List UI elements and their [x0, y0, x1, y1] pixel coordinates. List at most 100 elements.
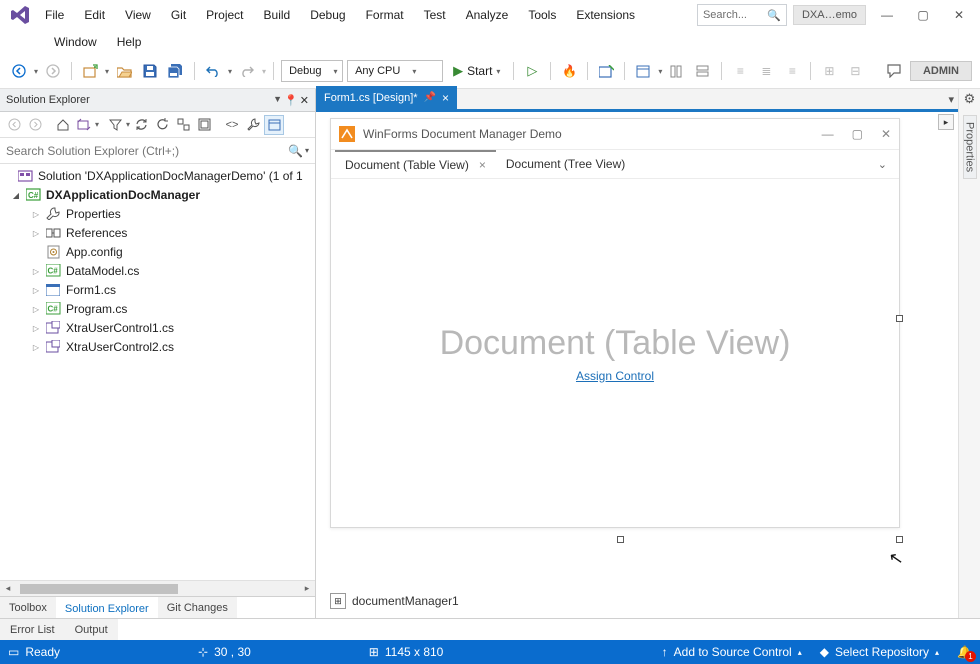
platform-combo[interactable]: Any CPU▾: [347, 60, 443, 82]
solution-tree[interactable]: Solution 'DXApplicationDocManagerDemo' (…: [0, 164, 315, 580]
save-all-button[interactable]: [165, 60, 187, 82]
form-max-icon[interactable]: ▢: [852, 127, 863, 141]
search-options-icon[interactable]: ▾: [305, 146, 309, 155]
component-tray[interactable]: ⊞ documentManager1: [330, 590, 459, 612]
se-collapse[interactable]: [173, 115, 193, 135]
select-repository[interactable]: ◆Select Repository▴: [820, 645, 939, 659]
align-5[interactable]: ⊟: [844, 60, 866, 82]
left-tab-toolbox[interactable]: Toolbox: [0, 597, 56, 618]
new-project-button[interactable]: [79, 60, 101, 82]
tb-misc-2[interactable]: [632, 60, 654, 82]
close-button[interactable]: ✕: [944, 3, 974, 27]
project-node[interactable]: C# DXApplicationDocManager: [0, 185, 315, 204]
left-tab-git-changes[interactable]: Git Changes: [158, 597, 237, 618]
align-4[interactable]: ⊞: [818, 60, 840, 82]
redo-button[interactable]: [236, 60, 258, 82]
tree-node[interactable]: XtraUserControl1.cs: [0, 318, 315, 337]
solution-explorer-search[interactable]: 🔍 ▾: [0, 138, 315, 164]
panel-close-icon[interactable]: ✕: [300, 94, 309, 107]
menu-extensions[interactable]: Extensions: [567, 4, 644, 26]
resize-handle-bottom[interactable]: [617, 536, 624, 543]
panel-dropdown-icon[interactable]: ▼: [273, 94, 282, 107]
menu-view[interactable]: View: [116, 4, 160, 26]
tree-node[interactable]: C#DataModel.cs: [0, 261, 315, 280]
form-window[interactable]: WinForms Document Manager Demo — ▢ ✕ Doc…: [330, 118, 900, 528]
bottom-tab-error-list[interactable]: Error List: [0, 619, 65, 640]
se-fwd[interactable]: [25, 115, 45, 135]
tree-node[interactable]: App.config: [0, 242, 315, 261]
left-tab-solution-explorer[interactable]: Solution Explorer: [56, 597, 158, 618]
se-home[interactable]: [53, 115, 73, 135]
project-selector[interactable]: DXA…emo: [793, 5, 866, 25]
menu-analyze[interactable]: Analyze: [457, 4, 518, 26]
pin-icon[interactable]: 📌: [424, 92, 436, 103]
bottom-tab-output[interactable]: Output: [65, 619, 118, 640]
se-showall[interactable]: [194, 115, 214, 135]
se-preview[interactable]: [264, 115, 284, 135]
align-2[interactable]: ≣: [755, 60, 777, 82]
save-button[interactable]: [139, 60, 161, 82]
menu-test[interactable]: Test: [415, 4, 455, 26]
se-refresh[interactable]: [152, 115, 172, 135]
menu-tools[interactable]: Tools: [519, 4, 565, 26]
nav-back-button[interactable]: [8, 60, 30, 82]
designer-surface[interactable]: ▸ WinForms Document Manager Demo — ▢ ✕ D…: [316, 112, 958, 618]
document-tab-active[interactable]: Form1.cs [Design]* 📌 ×: [316, 86, 457, 109]
nav-fwd-button[interactable]: [42, 60, 64, 82]
se-back[interactable]: [4, 115, 24, 135]
se-search-input[interactable]: [6, 144, 288, 158]
overflow-scroll-icon[interactable]: ▸: [938, 114, 954, 130]
form-tab-table[interactable]: Document (Table View) ×: [335, 150, 496, 178]
se-code[interactable]: <>: [222, 115, 242, 135]
menu-file[interactable]: File: [36, 4, 73, 26]
tree-node[interactable]: Properties: [0, 204, 315, 223]
tab-close-icon[interactable]: ×: [479, 158, 486, 172]
maximize-button[interactable]: ▢: [908, 3, 938, 27]
add-source-control[interactable]: ↑Add to Source Control▴: [662, 645, 802, 659]
tree-node[interactable]: Form1.cs: [0, 280, 315, 299]
document-host[interactable]: Document (Table View) Assign Control ↖: [331, 179, 899, 527]
minimize-button[interactable]: —: [872, 3, 902, 27]
assign-control-link[interactable]: Assign Control: [576, 369, 654, 383]
se-sync[interactable]: [131, 115, 151, 135]
align-3[interactable]: ≡: [781, 60, 803, 82]
resize-handle-right[interactable]: [896, 315, 903, 322]
open-button[interactable]: [113, 60, 135, 82]
form-close-icon[interactable]: ✕: [881, 127, 891, 141]
menu-window[interactable]: Window: [45, 32, 106, 52]
tree-node[interactable]: References: [0, 223, 315, 242]
config-combo[interactable]: Debug▾: [281, 60, 343, 82]
form-min-icon[interactable]: —: [822, 127, 834, 141]
undo-button[interactable]: [202, 60, 224, 82]
tray-item-label[interactable]: documentManager1: [352, 594, 459, 608]
se-switch[interactable]: [74, 115, 94, 135]
properties-tab[interactable]: Properties: [963, 115, 977, 179]
form-tab-tree[interactable]: Document (Tree View): [496, 150, 635, 178]
pin-icon[interactable]: 📍: [284, 94, 298, 107]
solution-node[interactable]: Solution 'DXApplicationDocManagerDemo' (…: [0, 166, 315, 185]
feedback-button[interactable]: [884, 60, 906, 82]
menu-format[interactable]: Format: [357, 4, 413, 26]
chevron-down-icon[interactable]: ⌄: [878, 158, 895, 171]
menubar-search[interactable]: Search... 🔍: [697, 4, 787, 26]
start-button[interactable]: ▶Start▾: [447, 60, 506, 82]
menu-edit[interactable]: Edit: [75, 4, 114, 26]
gear-icon[interactable]: ⚙: [964, 91, 976, 111]
align-1[interactable]: ≡: [729, 60, 751, 82]
menu-debug[interactable]: Debug: [301, 4, 354, 26]
notifications-button[interactable]: 🔔 1: [957, 645, 972, 659]
se-properties[interactable]: [243, 115, 263, 135]
close-icon[interactable]: ×: [442, 91, 449, 105]
tab-dropdown-icon[interactable]: ▾: [948, 93, 954, 106]
tree-node[interactable]: XtraUserControl2.cs: [0, 337, 315, 356]
tb-misc-1[interactable]: [595, 60, 617, 82]
hot-reload-button[interactable]: 🔥: [558, 60, 580, 82]
menu-project[interactable]: Project: [197, 4, 252, 26]
tree-hscroll[interactable]: ◂▸: [0, 580, 315, 596]
tb-misc-3[interactable]: [666, 60, 688, 82]
menu-git[interactable]: Git: [162, 4, 195, 26]
tree-node[interactable]: C#Program.cs: [0, 299, 315, 318]
resize-handle-corner[interactable]: [896, 536, 903, 543]
start-no-debug-button[interactable]: ▷: [521, 60, 543, 82]
menu-build[interactable]: Build: [255, 4, 300, 26]
